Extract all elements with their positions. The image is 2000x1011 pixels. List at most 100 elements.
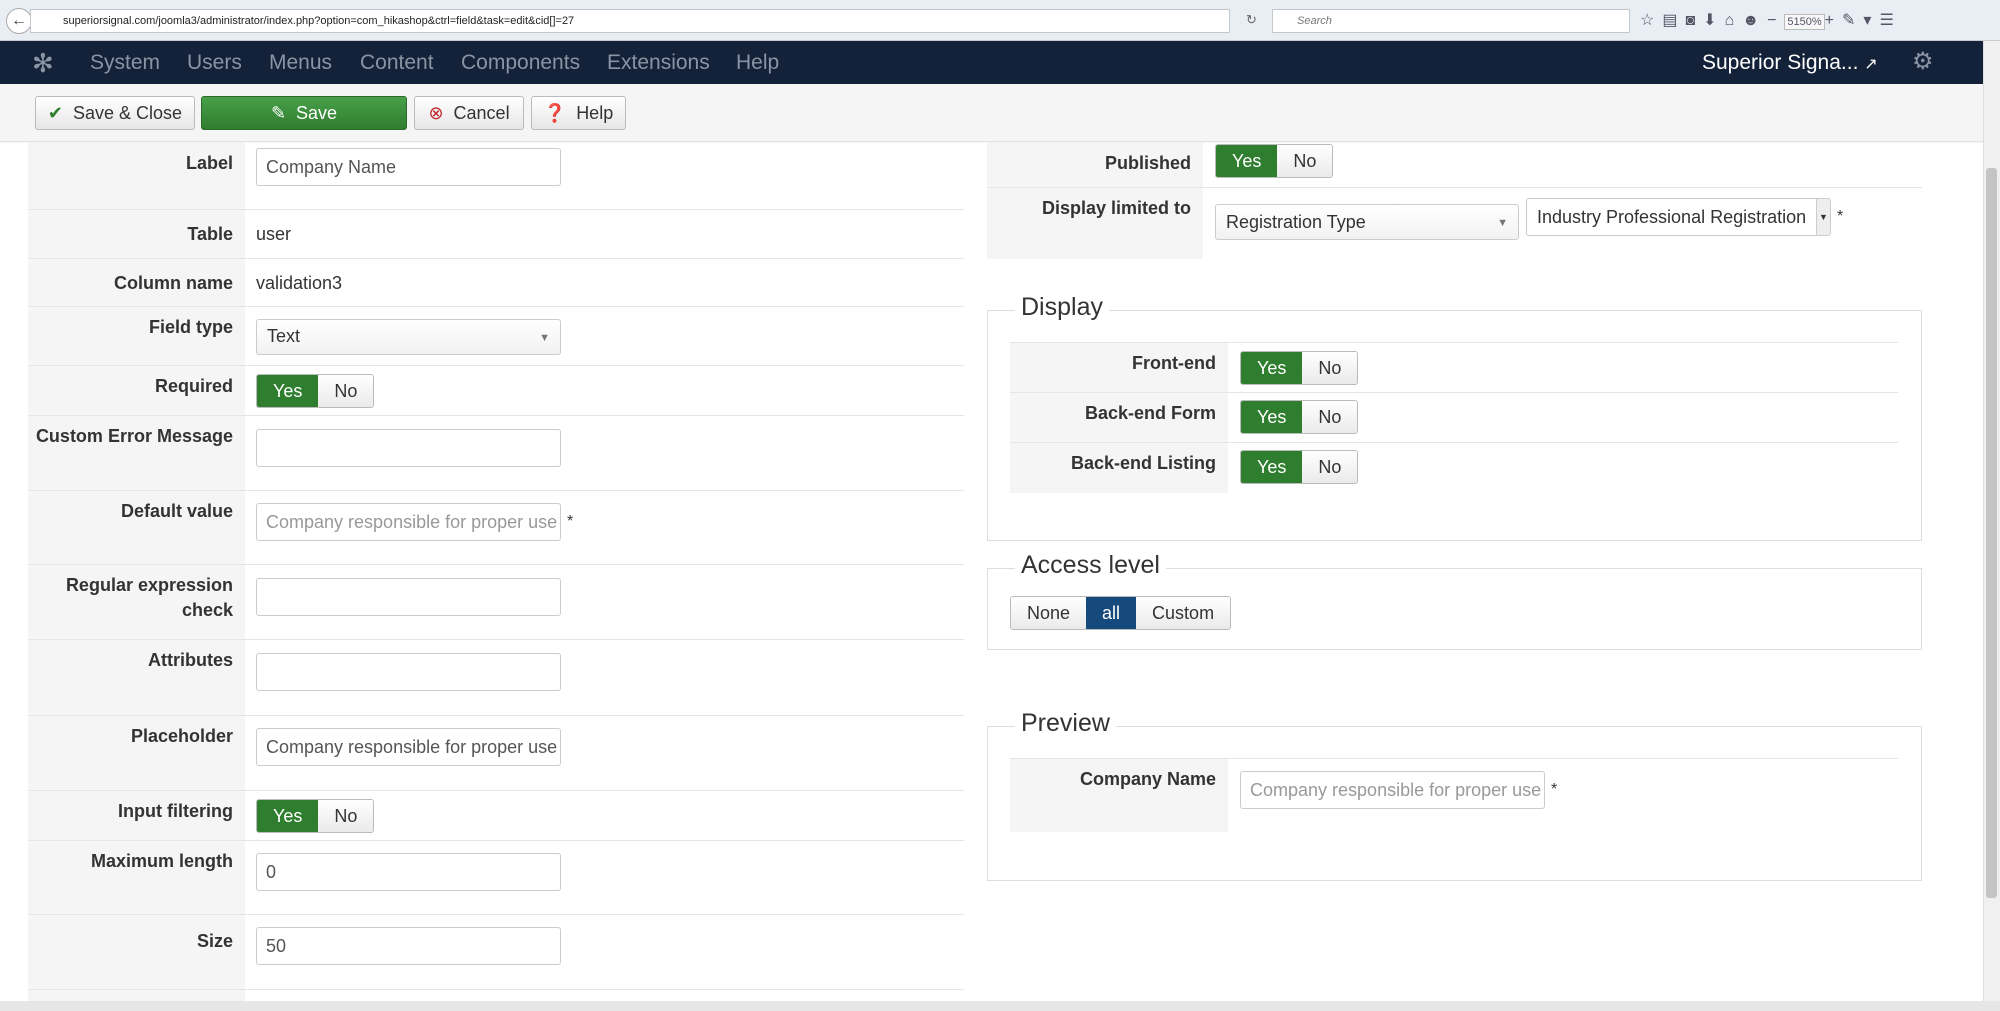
scrollbar-thumb[interactable] bbox=[1986, 168, 1997, 898]
back-end-form-toggle[interactable]: Yes No bbox=[1240, 400, 1359, 434]
published-label: Published bbox=[987, 143, 1203, 187]
registration-type-select[interactable]: Registration Type ▼ bbox=[1215, 204, 1519, 240]
front-end-yes[interactable]: Yes bbox=[1241, 352, 1303, 384]
access-all[interactable]: all bbox=[1086, 597, 1137, 629]
browser-search-input[interactable]: Search bbox=[1272, 9, 1630, 33]
regex-label: Regular expression check bbox=[28, 565, 245, 639]
field-type-select[interactable]: Text ▼ bbox=[256, 319, 561, 355]
address-bar[interactable]: superiorsignal.com/joomla3/administrator… bbox=[30, 9, 1230, 33]
horizontal-scrollbar[interactable] bbox=[0, 1001, 2000, 1011]
required-label: Required bbox=[28, 366, 245, 415]
size-input[interactable]: 50 bbox=[256, 927, 561, 965]
table-value: user bbox=[256, 224, 292, 244]
chevron-down-icon: ▼ bbox=[1816, 199, 1830, 235]
preview-label: Company Name bbox=[1010, 759, 1228, 832]
required-mark: * bbox=[567, 513, 574, 530]
preview-legend: Preview bbox=[1015, 709, 1116, 738]
zoom-in-icon[interactable]: + bbox=[1825, 12, 1842, 29]
nav-content[interactable]: Content bbox=[360, 51, 434, 75]
row-default-value: Default value Company responsible for pro… bbox=[28, 491, 964, 565]
check-icon: ✔ bbox=[47, 102, 64, 123]
row-required: Required Yes No bbox=[28, 366, 964, 416]
input-filtering-toggle[interactable]: Yes No bbox=[256, 799, 375, 833]
published-yes[interactable]: Yes bbox=[1216, 145, 1278, 177]
published-toggle[interactable]: Yes No bbox=[1215, 144, 1334, 178]
nav-users[interactable]: Users bbox=[187, 51, 242, 75]
max-length-input[interactable]: 0 bbox=[256, 853, 561, 891]
menu-icon[interactable]: ☰ bbox=[1879, 12, 1901, 29]
nav-help[interactable]: Help bbox=[736, 51, 779, 75]
display-legend: Display bbox=[1015, 293, 1109, 322]
custom-error-input[interactable] bbox=[256, 429, 561, 467]
front-end-label: Front-end bbox=[1010, 343, 1228, 392]
download-icon[interactable]: ⬇ bbox=[1703, 12, 1724, 29]
required-no[interactable]: No bbox=[318, 375, 374, 407]
partial-label bbox=[28, 990, 245, 1001]
edit-icon: ✎ bbox=[270, 102, 287, 123]
admin-navbar: ✻ System Users Menus Content Components … bbox=[0, 41, 1983, 84]
bookmark-star-icon[interactable]: ☆ bbox=[1640, 12, 1662, 29]
label-input[interactable]: Company Name bbox=[256, 148, 561, 186]
gear-icon[interactable]: ⚙ bbox=[1912, 47, 1934, 76]
back-end-listing-no[interactable]: No bbox=[1302, 451, 1358, 483]
row-field-type: Field type Text ▼ bbox=[28, 307, 964, 366]
back-end-form-no[interactable]: No bbox=[1302, 401, 1358, 433]
required-mark: * bbox=[1837, 208, 1844, 225]
back-end-listing-toggle[interactable]: Yes No bbox=[1240, 450, 1359, 484]
pocket-icon[interactable]: ◙ bbox=[1685, 12, 1703, 29]
reading-list-icon[interactable]: ▤ bbox=[1662, 12, 1685, 29]
row-back-end-listing: Back-end Listing Yes No bbox=[1010, 443, 1898, 493]
attributes-input[interactable] bbox=[256, 653, 561, 691]
row-front-end: Front-end Yes No bbox=[1010, 342, 1898, 393]
column-label: Column name bbox=[28, 259, 245, 306]
front-end-toggle[interactable]: Yes No bbox=[1240, 351, 1359, 385]
save-close-button[interactable]: ✔ Save & Close bbox=[35, 96, 195, 130]
published-no[interactable]: No bbox=[1277, 145, 1333, 177]
front-end-no[interactable]: No bbox=[1302, 352, 1358, 384]
zoom-out-icon[interactable]: − bbox=[1767, 12, 1784, 29]
nav-extensions[interactable]: Extensions bbox=[607, 51, 710, 75]
placeholder-label: Placeholder bbox=[28, 716, 245, 790]
required-toggle[interactable]: Yes No bbox=[256, 374, 375, 408]
input-filtering-no[interactable]: No bbox=[318, 800, 374, 832]
external-link-icon: ↗ bbox=[1864, 56, 1878, 73]
save-button[interactable]: ✎ Save bbox=[201, 96, 407, 130]
help-button[interactable]: ❓ Help bbox=[531, 96, 626, 130]
row-partial bbox=[28, 990, 964, 1001]
home-icon[interactable]: ⌂ bbox=[1725, 12, 1743, 29]
back-end-listing-yes[interactable]: Yes bbox=[1241, 451, 1303, 483]
input-filtering-yes[interactable]: Yes bbox=[257, 800, 319, 832]
registration-value-select[interactable]: Industry Professional Registration ▼ bbox=[1526, 198, 1831, 236]
access-level-toggle[interactable]: None all Custom bbox=[1010, 596, 1232, 630]
access-none[interactable]: None bbox=[1011, 597, 1087, 629]
row-label: Label Company Name bbox=[28, 143, 964, 210]
reload-icon[interactable]: ↻ bbox=[1246, 12, 1257, 28]
chat-icon[interactable]: ☻ bbox=[1742, 12, 1767, 29]
registration-type-value: Registration Type bbox=[1226, 212, 1366, 232]
row-preview: Company Name Company responsible for prop… bbox=[1010, 758, 1898, 832]
row-regex: Regular expression check bbox=[28, 565, 964, 640]
row-max-length: Maximum length 0 bbox=[28, 841, 964, 915]
site-link[interactable]: Superior Signa... ↗ bbox=[1702, 51, 1878, 75]
back-end-listing-label: Back-end Listing bbox=[1010, 443, 1228, 493]
preview-input[interactable]: Company responsible for proper use bbox=[1240, 771, 1545, 809]
joomla-logo-icon[interactable]: ✻ bbox=[32, 48, 54, 79]
zoom-level[interactable]: 5150% bbox=[1784, 14, 1825, 30]
required-yes[interactable]: Yes bbox=[257, 375, 319, 407]
nav-system[interactable]: System bbox=[90, 51, 160, 75]
default-value-input[interactable]: Company responsible for proper use bbox=[256, 503, 561, 541]
cancel-button[interactable]: ⊗ Cancel bbox=[414, 96, 524, 130]
back-button[interactable]: ← bbox=[6, 8, 32, 34]
extension-icon[interactable]: ✎ bbox=[1842, 12, 1863, 29]
placeholder-input[interactable]: Company responsible for proper use bbox=[256, 728, 561, 766]
back-end-form-yes[interactable]: Yes bbox=[1241, 401, 1303, 433]
nav-menus[interactable]: Menus bbox=[269, 51, 332, 75]
access-custom[interactable]: Custom bbox=[1136, 597, 1231, 629]
dropdown-icon[interactable]: ▾ bbox=[1863, 12, 1879, 29]
regex-input[interactable] bbox=[256, 578, 561, 616]
help-label: Help bbox=[576, 102, 614, 123]
column-value: validation3 bbox=[256, 273, 343, 293]
nav-components[interactable]: Components bbox=[461, 51, 580, 75]
row-size: Size 50 bbox=[28, 915, 964, 990]
display-limited-label: Display limited to bbox=[987, 188, 1203, 259]
